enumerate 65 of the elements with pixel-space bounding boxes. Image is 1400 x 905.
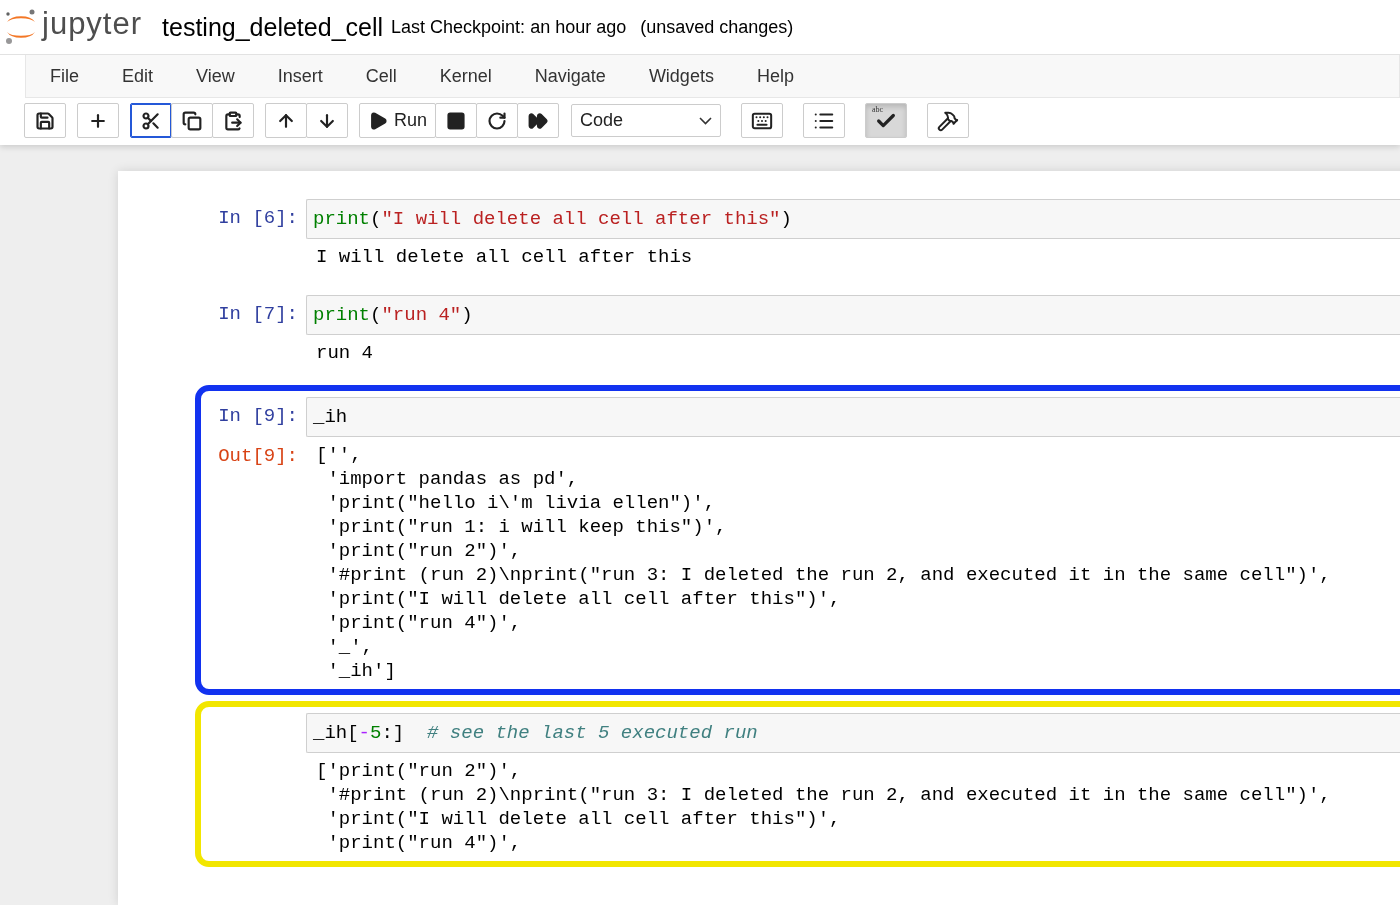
chevron-down-icon <box>699 116 713 125</box>
output-line: 'print("run 1: i will keep this")', <box>326 515 728 539</box>
output-line: '_ih'] <box>326 659 397 683</box>
menu-item[interactable]: Help <box>756 65 815 87</box>
code-input[interactable]: _ih[-5:] # see the last 5 executed run <box>306 713 1400 753</box>
cell-type-dropdown[interactable]: Code <box>571 104 722 137</box>
restart-button[interactable] <box>476 103 519 138</box>
menu-item[interactable]: Kernel <box>439 65 513 87</box>
input-prompt: In [7]: <box>217 302 299 325</box>
menu-item[interactable]: Insert <box>277 65 344 87</box>
copy-icon <box>182 110 202 131</box>
move-up-button[interactable] <box>265 103 307 138</box>
save-button[interactable] <box>24 103 66 138</box>
output-line: I will delete all cell after this <box>316 245 694 269</box>
output-line: 'import pandas as pd', <box>326 467 580 491</box>
save-icon <box>35 110 55 131</box>
run-all-button[interactable] <box>517 103 560 138</box>
output-line: '_', <box>326 635 374 659</box>
paste-button[interactable] <box>212 103 254 138</box>
code-input[interactable]: _ih <box>306 397 1400 437</box>
play-icon <box>368 110 388 131</box>
output-line: 'print("run 4")', <box>326 831 523 855</box>
paste-icon <box>223 110 243 131</box>
output-line: 'print("run 4")', <box>326 611 523 635</box>
run-button[interactable]: Run <box>359 103 437 138</box>
restart-icon <box>487 110 508 131</box>
jupyter-logo-icon <box>4 8 38 46</box>
scissors-icon <box>141 110 161 131</box>
code-input[interactable]: print("I will delete all cell after this") <box>306 199 1400 239</box>
save-status: (unsaved changes) <box>640 16 794 38</box>
keyboard-button[interactable] <box>741 103 784 138</box>
output-line: 'print("hello i\'m livia ellen")', <box>326 491 717 515</box>
notebook-title[interactable]: testing_deleted_cell <box>162 12 384 42</box>
stop-icon <box>446 110 467 131</box>
abc-label: abc <box>872 105 884 114</box>
output-line: run 4 <box>316 341 374 365</box>
spellcheck-button[interactable]: abc <box>865 103 908 138</box>
output-line: 'print("I will delete all cell after this")', <box>326 807 842 831</box>
jupyter-wordmark: jupyter <box>42 6 143 42</box>
menu-item[interactable]: View <box>196 65 256 87</box>
output-line: '#print (run 2)\nprint("run 3: I deleted the run 2, and executed it in the same cell")', <box>326 783 1332 807</box>
output-line: ['', <box>316 443 363 467</box>
output-line: '#print (run 2)\nprint("run 3: I deleted the run 2, and executed it in the same cell")', <box>326 563 1332 587</box>
menu-item[interactable]: Edit <box>122 65 175 87</box>
cut-button[interactable] <box>130 103 172 138</box>
menu-item[interactable]: Navigate <box>534 65 627 87</box>
menu-item[interactable]: Widgets <box>648 65 735 87</box>
list-button[interactable] <box>803 103 846 138</box>
interrupt-button[interactable] <box>435 103 478 138</box>
checkpoint-text: Last Checkpoint: an hour ago <box>391 16 627 38</box>
output-prompt: Out[9]: <box>217 444 299 467</box>
output-line: ['print("run 2")', <box>316 759 523 783</box>
copy-button[interactable] <box>171 103 213 138</box>
tools-button[interactable] <box>927 103 970 138</box>
menu-item[interactable]: Cell <box>365 65 418 87</box>
menu-item[interactable]: File <box>50 65 100 87</box>
output-line: 'print("run 2")', <box>326 539 523 563</box>
input-prompt: In [6]: <box>217 206 299 229</box>
move-down-button[interactable] <box>306 103 348 138</box>
output-line: 'print("I will delete all cell after this")', <box>326 587 842 611</box>
fast-forward-icon <box>528 110 549 131</box>
code-input[interactable]: print("run 4") <box>306 295 1400 335</box>
insert-cell-button[interactable] <box>77 103 119 138</box>
input-prompt: In [9]: <box>217 404 299 427</box>
hammer-icon <box>937 109 960 132</box>
